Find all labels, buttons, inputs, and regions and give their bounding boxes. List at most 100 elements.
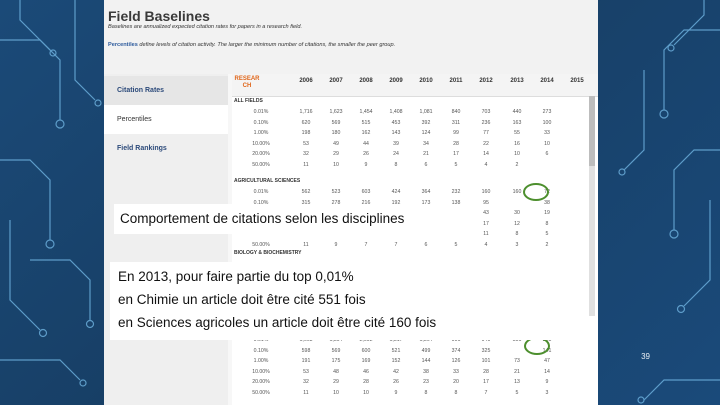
value-cell: 598: [301, 347, 311, 354]
value-cell: 26: [393, 379, 399, 385]
value-cell: 24: [393, 151, 399, 157]
value-cell: 160: [481, 189, 491, 195]
value-cell: 6: [424, 161, 428, 168]
column-header-year[interactable]: 2008: [351, 78, 381, 84]
percentile-cell: 0.10%: [253, 347, 269, 354]
value-cell: 7: [394, 241, 398, 248]
value-cell: 8: [515, 231, 519, 237]
page-description: Percentiles define levels of citation ac…: [108, 41, 488, 50]
value-cell: 26: [363, 151, 369, 157]
percentile-cell: 1.00%: [253, 358, 269, 364]
value-cell: 9: [545, 379, 549, 385]
value-cell: 11: [303, 389, 309, 396]
year-header-row: RESEAR CH 2006 2007 2008 2009 2010 2011 2012 20…: [232, 74, 598, 97]
value-cell: 515: [361, 119, 371, 126]
value-cell: 1,623: [329, 109, 343, 115]
column-header-year[interactable]: 2011: [441, 78, 471, 84]
percentile-cell: 20.00%: [252, 151, 270, 157]
value-cell: 33: [544, 130, 550, 136]
value-cell: 17: [483, 379, 489, 385]
percentile-cell: 50.00%: [252, 241, 270, 248]
value-cell: 23: [423, 379, 429, 385]
value-cell: 38: [423, 368, 429, 375]
value-cell: 5: [545, 231, 549, 237]
value-cell: 5: [515, 389, 519, 396]
value-cell: 8: [454, 389, 458, 396]
circuit-decoration-left: [0, 0, 102, 387]
value-cell: 44: [363, 140, 369, 147]
value-cell: 600: [361, 347, 371, 354]
value-cell: 16: [514, 140, 520, 147]
table-row: 0.10% 620 569 515 453 392 311 236 163 100: [232, 119, 590, 129]
value-cell: 12: [514, 220, 520, 227]
percentiles-link[interactable]: Percentiles: [108, 42, 138, 48]
scrollbar-thumb[interactable]: [589, 96, 595, 166]
value-cell: 48: [333, 368, 339, 375]
circuit-decoration-right: [618, 0, 720, 404]
percentile-cell: 50.00%: [252, 161, 270, 168]
column-header-year[interactable]: 2009: [381, 78, 411, 84]
sidebar-item-field-rankings[interactable]: Field Rankings: [104, 134, 228, 163]
value-cell: 440: [512, 109, 522, 115]
value-cell: 273: [542, 109, 552, 115]
value-cell: 4: [484, 241, 488, 248]
value-cell: 2: [545, 241, 549, 248]
value-cell: 311: [451, 119, 461, 126]
value-cell: 28: [453, 140, 459, 147]
value-cell: 521: [391, 347, 401, 354]
value-cell: 34: [423, 140, 429, 147]
sidebar-item-percentiles[interactable]: Percentiles: [104, 105, 228, 134]
page-title: Field Baselines: [108, 8, 210, 24]
column-header-research[interactable]: RESEAR CH: [232, 76, 262, 90]
value-cell: 32: [303, 151, 309, 157]
table-row: 10.00% 53 48 46 42 38 33 28 21 14: [232, 368, 590, 378]
column-header-year[interactable]: 2013: [502, 78, 532, 84]
value-cell: 28: [483, 368, 489, 375]
sidebar: Citation Rates Percentiles Field Ranking…: [104, 74, 228, 405]
value-cell: 180: [331, 130, 341, 136]
value-cell: 232: [451, 189, 461, 195]
value-cell: 7: [364, 241, 368, 248]
overlay-caption: Comportement de citations selon les disc…: [114, 204, 483, 234]
table-row: 50.00% 11 9 7 7 6 5 4 3 2: [232, 241, 590, 251]
value-cell: 374: [451, 347, 461, 354]
column-header-year[interactable]: 2006: [291, 78, 321, 84]
section-title: ALL FIELDS: [234, 98, 263, 104]
value-cell: 603: [361, 189, 371, 195]
value-cell: 198: [301, 130, 311, 136]
value-cell: 6: [545, 151, 549, 157]
value-cell: 126: [451, 358, 461, 364]
sidebar-item-citation-rates[interactable]: Citation Rates: [104, 76, 228, 105]
scrollbar[interactable]: [589, 96, 595, 316]
value-cell: 53: [303, 368, 309, 375]
value-cell: 569: [331, 347, 341, 354]
slide-number: 39: [641, 352, 650, 361]
column-header-year[interactable]: 2007: [321, 78, 351, 84]
column-header-year[interactable]: 2012: [471, 78, 501, 84]
value-cell: 101: [481, 358, 491, 364]
value-cell: 163: [512, 119, 522, 126]
value-cell: 1,716: [299, 109, 313, 115]
value-cell: 21: [514, 368, 520, 375]
value-cell: 99: [453, 130, 459, 136]
value-cell: 4: [484, 161, 488, 168]
value-cell: 569: [331, 119, 341, 126]
value-cell: 28: [363, 379, 369, 385]
value-cell: 55: [514, 130, 520, 136]
percentile-cell: 50.00%: [252, 389, 270, 396]
value-cell: 9: [364, 161, 368, 168]
value-cell: 191: [301, 358, 311, 364]
column-header-year[interactable]: 2010: [411, 78, 441, 84]
value-cell: 523: [331, 189, 341, 195]
percentile-cell: 0.01%: [253, 109, 269, 115]
value-cell: 73: [514, 358, 520, 364]
percentile-table: RESEAR CH 2006 2007 2008 2009 2010 2011 2012 20…: [232, 74, 598, 405]
value-cell: 392: [421, 119, 431, 126]
column-header-year[interactable]: 2015: [562, 78, 592, 84]
table-row: 50.00% 11 10 9 8 6 5 4 2: [232, 161, 590, 171]
value-cell: 499: [421, 347, 431, 354]
value-cell: 100: [542, 119, 552, 126]
table-row: 20.00% 32 29 28 26 23 20 17 13 9: [232, 378, 590, 388]
column-header-year[interactable]: 2014: [532, 78, 562, 84]
value-cell: 7: [484, 389, 488, 396]
